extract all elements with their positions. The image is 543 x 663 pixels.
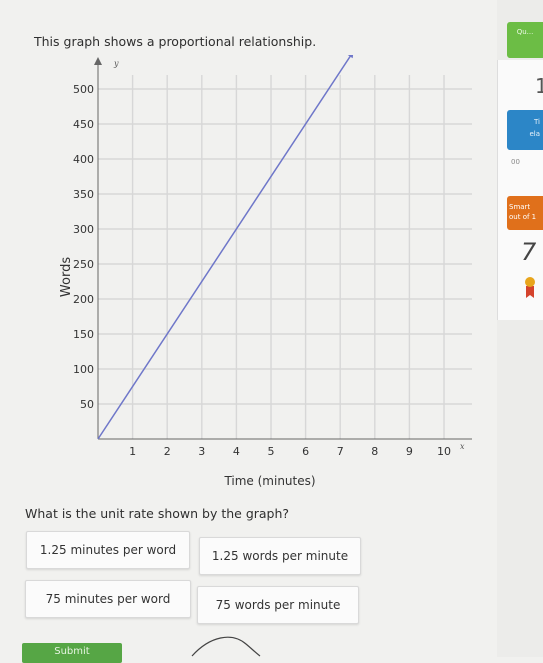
y-tick-label: 400 <box>73 153 94 166</box>
x-tick-label: 2 <box>164 445 171 458</box>
medal-icon <box>525 277 535 298</box>
submit-button[interactable]: Submit <box>22 643 122 663</box>
chart-grid <box>98 75 472 439</box>
question-area: This graph shows a proportional relation… <box>0 0 498 663</box>
time-elapsed-value: 00 <box>511 158 520 166</box>
questions-count: 1 <box>535 74 543 98</box>
y-tick-label: 300 <box>73 223 94 236</box>
pencil-mark-icon <box>191 636 261 657</box>
chart-tick-labels: 1 2 3 4 5 6 7 8 9 10 50 100 150 200 250 300 350 400 450 500 <box>73 83 451 458</box>
choice-4[interactable]: 75 words per minute <box>197 586 359 624</box>
time-elapsed-tab[interactable]: Ti ela <box>507 110 543 150</box>
choice-label: 75 minutes per word <box>45 592 171 606</box>
chart-series <box>97 55 354 440</box>
proportional-line <box>97 55 352 440</box>
choice-label: 1.25 words per minute <box>211 549 349 563</box>
choice-label: 1.25 minutes per word <box>39 543 177 557</box>
line-arrow-icon <box>347 55 354 59</box>
y-axis-arrow-icon <box>94 57 102 65</box>
y-tick-label: 200 <box>73 293 94 306</box>
y-axis-letter: y <box>113 59 119 68</box>
y-tick-label: 50 <box>80 398 94 411</box>
choice-3[interactable]: 75 minutes per word <box>25 580 191 618</box>
y-tick-label: 100 <box>73 363 94 376</box>
questions-tab[interactable]: Qu... <box>507 22 543 58</box>
x-tick-label: 9 <box>406 445 413 458</box>
x-tick-label: 10 <box>437 445 451 458</box>
x-tick-label: 8 <box>371 445 378 458</box>
y-axis-label: Words <box>59 257 74 297</box>
x-axis-letter: x <box>460 442 465 451</box>
y-tick-label: 250 <box>73 258 94 271</box>
y-tick-label: 500 <box>73 83 94 96</box>
side-panel: Qu... 1 Ti ela 00 Smart out of 1 7 <box>497 0 543 657</box>
y-tick-label: 150 <box>73 328 94 341</box>
chart-axes <box>94 57 472 440</box>
choice-label: 75 words per minute <box>215 598 341 612</box>
question-text: What is the unit rate shown by the graph… <box>25 506 290 521</box>
x-axis-label: Time (minutes) <box>223 474 315 488</box>
x-tick-label: 1 <box>129 445 136 458</box>
proportional-graph: 1 2 3 4 5 6 7 8 9 10 50 100 150 200 250 300 350 400 450 500… <box>59 55 472 488</box>
smartscore-value: 7 <box>521 238 537 266</box>
x-tick-label: 4 <box>233 445 240 458</box>
y-tick-label: 350 <box>73 188 94 201</box>
x-tick-label: 5 <box>268 445 275 458</box>
choice-1[interactable]: 1.25 minutes per word <box>26 531 190 569</box>
choice-2[interactable]: 1.25 words per minute <box>199 537 361 575</box>
x-tick-label: 3 <box>198 445 205 458</box>
question-prompt: This graph shows a proportional relation… <box>34 34 317 49</box>
x-tick-label: 6 <box>302 445 309 458</box>
smartscore-tab[interactable]: Smart out of 1 <box>507 196 543 230</box>
y-tick-label: 450 <box>73 118 94 131</box>
x-tick-label: 7 <box>337 445 344 458</box>
